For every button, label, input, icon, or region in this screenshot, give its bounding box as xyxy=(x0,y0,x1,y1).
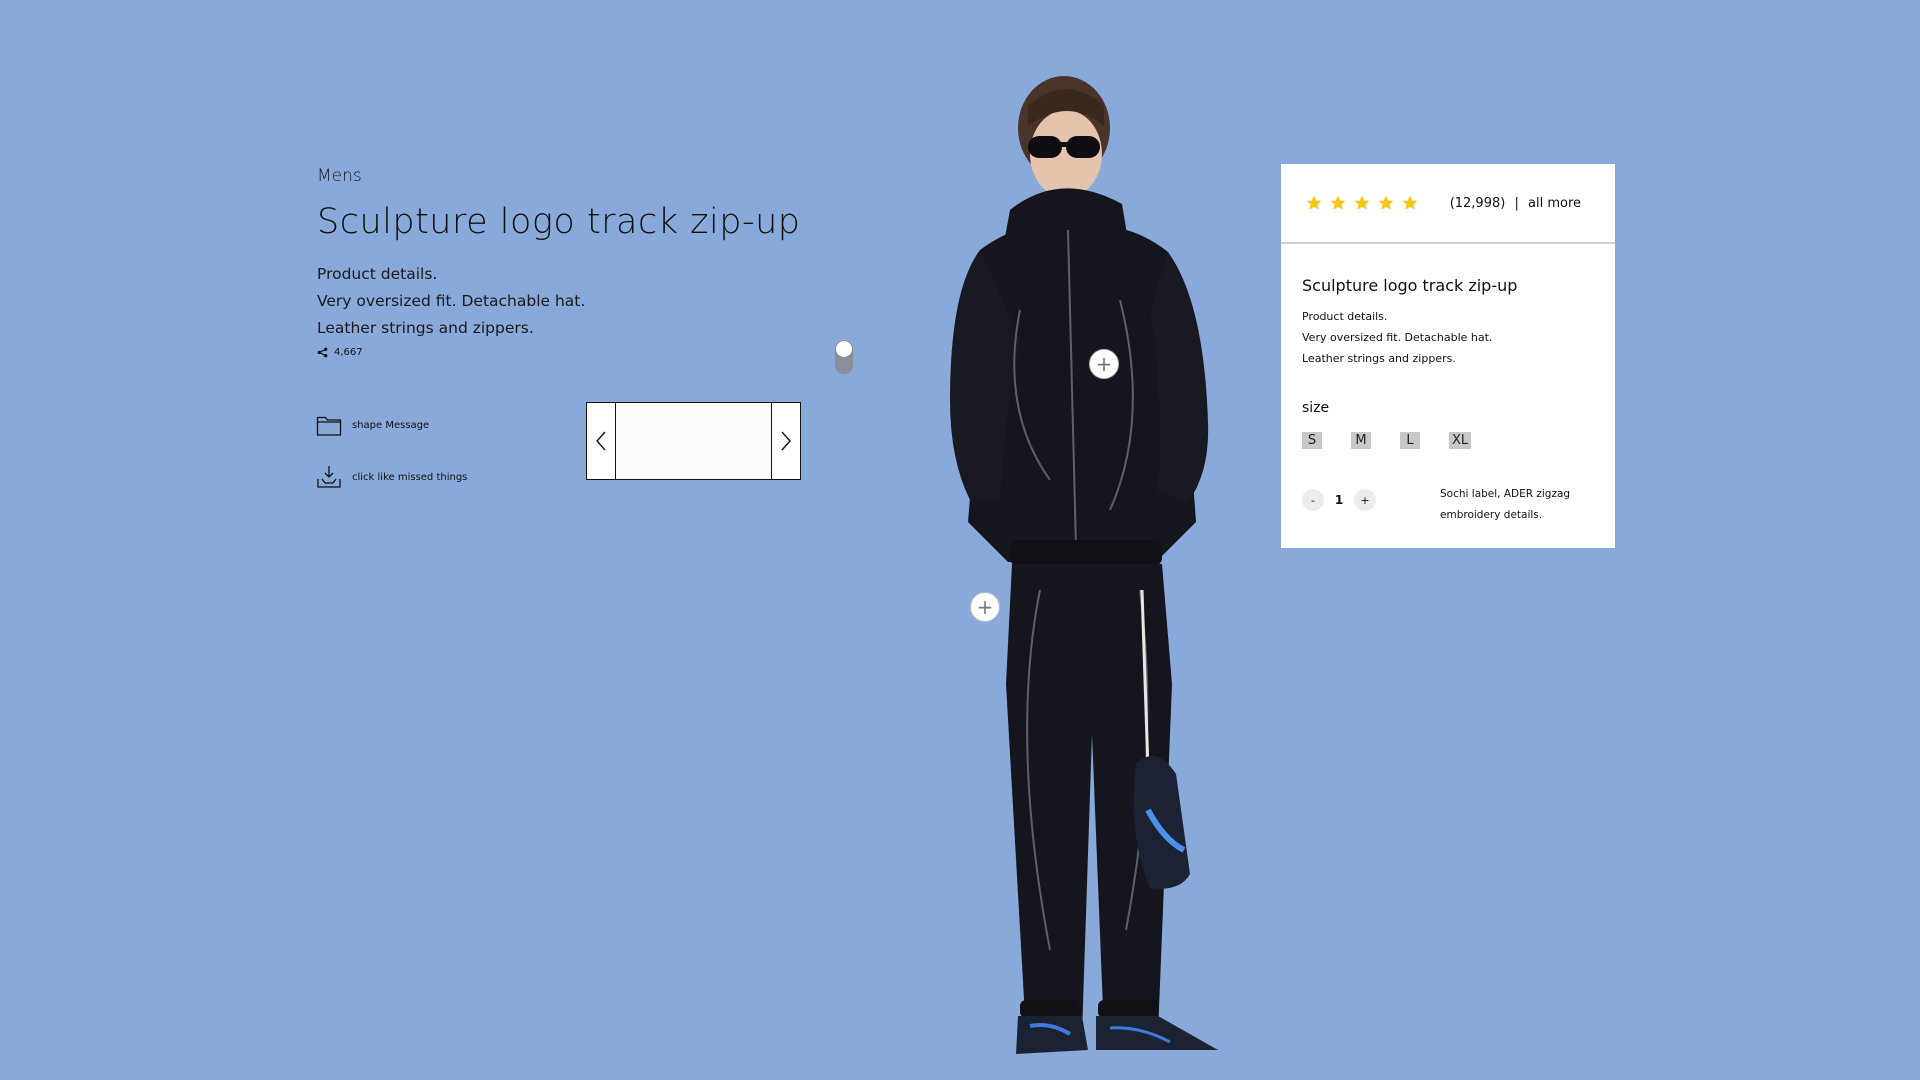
card-detail-line: Leather strings and zippers. xyxy=(1302,352,1456,365)
quantity-row: - 1 + Sochi label, ADER zigzag embroider… xyxy=(1302,484,1595,526)
size-option-s[interactable]: S xyxy=(1302,432,1322,449)
like-missed-label: click like missed things xyxy=(352,471,468,483)
view-toggle-knob xyxy=(836,341,852,357)
share-count: 4,667 xyxy=(334,347,363,358)
size-options: S M L XL xyxy=(1302,432,1595,449)
hotspot-jacket[interactable]: + xyxy=(1089,349,1119,379)
share-icon xyxy=(317,347,328,358)
reviews-separator: | xyxy=(1514,195,1519,211)
quantity-stepper: - 1 + xyxy=(1302,489,1376,511)
card-details: Product details. Very oversized fit. Det… xyxy=(1302,306,1595,369)
product-info: Mens Sculpture logo track zip-up Product… xyxy=(317,166,817,358)
product-title: Sculpture logo track zip-up xyxy=(317,202,801,242)
shape-message-button[interactable]: shape Message xyxy=(316,405,467,445)
share-button[interactable]: 4,667 xyxy=(317,347,817,358)
size-label: size xyxy=(1302,400,1330,416)
star-icon xyxy=(1330,195,1346,210)
carousel-prev-button[interactable] xyxy=(587,403,616,479)
thumbnail-carousel xyxy=(586,402,801,480)
like-missed-button[interactable]: click like missed things xyxy=(316,457,467,497)
all-more-link[interactable]: all more xyxy=(1528,196,1581,211)
model-photo xyxy=(870,70,1230,1060)
chevron-right-icon xyxy=(781,431,791,451)
size-option-m[interactable]: M xyxy=(1351,432,1371,449)
quantity-increase-button[interactable]: + xyxy=(1354,489,1376,511)
reviews-count: (12,998) xyxy=(1449,195,1506,211)
quantity-value: 1 xyxy=(1334,493,1344,507)
card-body: Sculpture logo track zip-up Product deta… xyxy=(1281,244,1615,526)
reviews-summary: (12,998) | all more xyxy=(1450,196,1581,211)
folder-icon xyxy=(316,416,342,436)
star-icon xyxy=(1306,195,1322,210)
product-category: Mens xyxy=(317,166,362,186)
product-card: (12,998) | all more Sculpture logo track… xyxy=(1281,164,1615,548)
product-detail-line: Product details. xyxy=(317,265,438,283)
card-detail-line: Very oversized fit. Detachable hat. xyxy=(1302,331,1493,344)
shape-message-label: shape Message xyxy=(352,419,430,431)
download-tray-icon xyxy=(317,466,341,488)
quantity-decrease-button[interactable]: - xyxy=(1302,489,1324,511)
chevron-left-icon xyxy=(596,431,606,451)
star-icon xyxy=(1354,195,1370,210)
model-illustration xyxy=(950,76,1218,1054)
carousel-viewport[interactable] xyxy=(616,403,771,479)
size-option-xl[interactable]: XL xyxy=(1449,432,1472,449)
hotspot-pants[interactable]: + xyxy=(970,592,1000,622)
star-rating xyxy=(1305,194,1419,212)
action-list: shape Message click like missed things xyxy=(316,405,467,509)
product-details: Product details. Very oversized fit. Det… xyxy=(317,261,817,342)
star-icon xyxy=(1378,195,1394,210)
size-option-l[interactable]: L xyxy=(1400,432,1420,449)
product-note: Sochi label, ADER zigzag embroidery deta… xyxy=(1440,488,1571,521)
rating-bar: (12,998) | all more xyxy=(1281,164,1615,244)
product-detail-line: Very oversized fit. Detachable hat. xyxy=(317,292,586,310)
star-icon xyxy=(1402,195,1418,210)
view-toggle[interactable] xyxy=(835,340,853,374)
card-title: Sculpture logo track zip-up xyxy=(1302,276,1518,295)
product-detail-line: Leather strings and zippers. xyxy=(317,319,534,337)
card-detail-line: Product details. xyxy=(1302,310,1388,323)
carousel-next-button[interactable] xyxy=(771,403,800,479)
